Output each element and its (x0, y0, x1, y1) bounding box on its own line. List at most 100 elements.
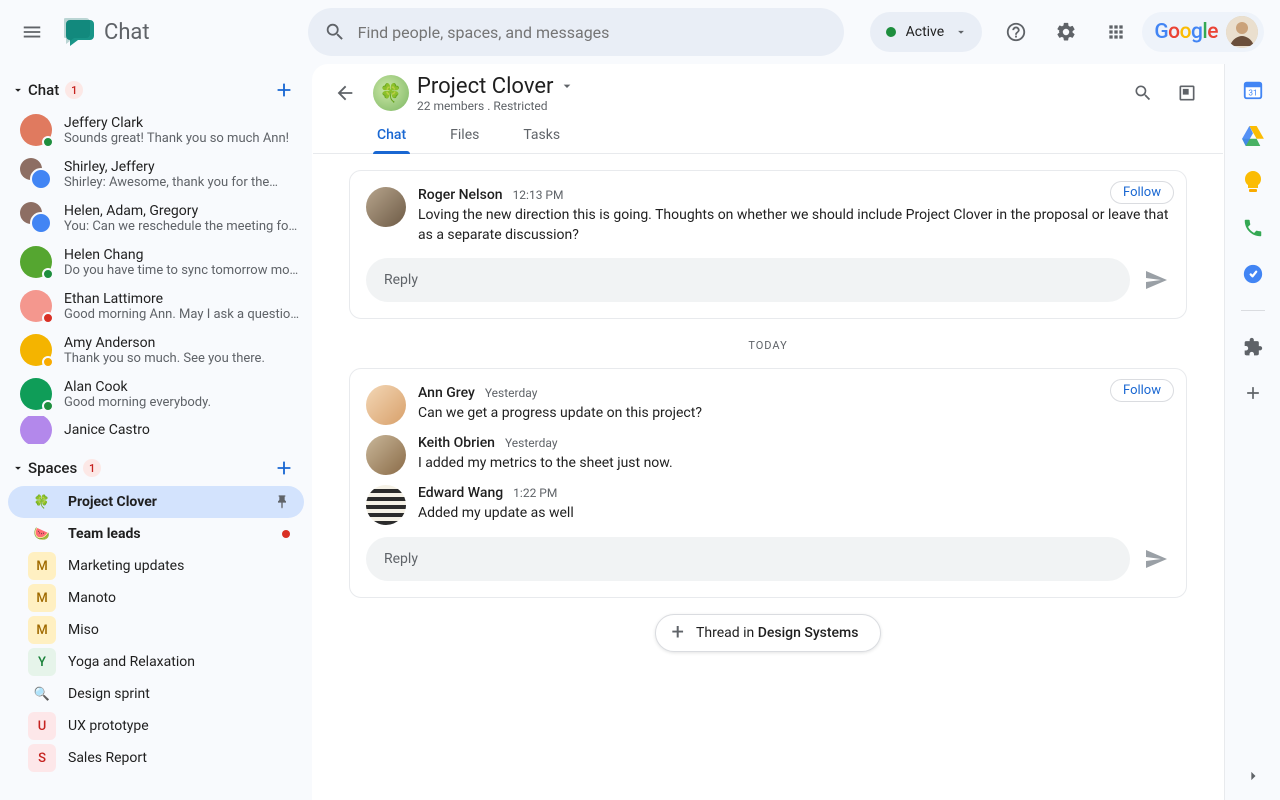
space-label: Sales Report (68, 750, 147, 766)
message-text: I added my metrics to the sheet just now… (418, 453, 1170, 473)
tab-files[interactable]: Files (446, 121, 483, 153)
space-item[interactable]: MMiso (8, 614, 304, 646)
account-avatar[interactable] (1226, 16, 1258, 48)
message: Edward Wang 1:22 PM Added my update as w… (366, 485, 1170, 525)
spaces-section-header[interactable]: Spaces 1 (0, 450, 312, 486)
dm-preview: Shirley: Awesome, thank you for the… (64, 175, 278, 190)
open-in-new-window-icon[interactable] (1167, 73, 1207, 113)
reply-input[interactable]: Reply (366, 537, 1130, 581)
new-thread-button[interactable]: + Thread in Design Systems (655, 614, 882, 652)
message: Roger Nelson 12:13 PM Loving the new dir… (366, 187, 1170, 246)
space-item[interactable]: 🍀Project Clover (8, 486, 304, 518)
space-icon: 🍉 (28, 520, 56, 548)
message: Keith Obrien Yesterday I added my metric… (366, 435, 1170, 475)
space-item[interactable]: YYoga and Relaxation (8, 646, 304, 678)
space-icon: M (28, 616, 56, 644)
phone-app-icon[interactable] (1241, 216, 1265, 240)
space-label: Marketing updates (68, 558, 184, 574)
side-panel-rail: 31 (1224, 64, 1280, 800)
apps-grid-icon[interactable] (1092, 8, 1140, 56)
collapse-panel-icon[interactable] (1241, 764, 1265, 788)
left-sidebar: Chat 1 Jeffery ClarkSounds great! Thank … (0, 64, 312, 800)
spaces-unread-badge: 1 (83, 459, 101, 477)
chevron-down-icon (954, 25, 968, 39)
keep-app-icon[interactable] (1241, 170, 1265, 194)
new-chat-button[interactable] (268, 74, 300, 106)
dm-avatar (20, 334, 52, 366)
conversation-panel: 🍀 Project Clover 22 members . Restricted (312, 64, 1224, 800)
addons-icon[interactable] (1241, 335, 1265, 359)
space-item[interactable]: M Marketing updates (8, 550, 304, 582)
message-sender: Edward Wang (418, 485, 503, 501)
message-time: Yesterday (485, 386, 538, 400)
dm-item[interactable]: Jeffery ClarkSounds great! Thank you so … (0, 108, 312, 152)
account-switcher[interactable]: Google (1142, 12, 1264, 52)
dm-name: Helen Chang (64, 247, 300, 263)
app-logo[interactable]: Chat (60, 18, 150, 46)
space-item[interactable]: 🍉Team leads (8, 518, 304, 550)
space-item[interactable]: 🔍Design sprint (8, 678, 304, 710)
back-button[interactable] (325, 73, 365, 113)
reply-input[interactable]: Reply (366, 258, 1130, 302)
space-item[interactable]: U UX prototype (8, 710, 304, 742)
tasks-app-icon[interactable] (1241, 262, 1265, 286)
dm-item[interactable]: Helen, Adam, GregoryYou: Can we reschedu… (0, 196, 312, 240)
dm-avatar (20, 114, 52, 146)
space-subtitle: 22 members . Restricted (417, 99, 575, 113)
sender-avatar[interactable] (366, 187, 406, 227)
chat-section-title: Chat (28, 81, 59, 99)
message-time: 1:22 PM (513, 486, 557, 500)
space-avatar[interactable]: 🍀 (373, 75, 409, 111)
space-item[interactable]: M Manoto (8, 582, 304, 614)
thread-card: Follow Ann Grey Yesterday Can we get a p… (349, 368, 1187, 598)
dm-preview: Do you have time to sync tomorrow mori… (64, 263, 300, 278)
dm-item[interactable]: Helen ChangDo you have time to sync tomo… (0, 240, 312, 284)
search-in-space-icon[interactable] (1123, 73, 1163, 113)
help-icon[interactable] (992, 8, 1040, 56)
sender-avatar[interactable] (366, 485, 406, 525)
search-bar[interactable] (308, 8, 844, 56)
dm-item[interactable]: Janice Castro (0, 416, 312, 444)
space-title[interactable]: Project Clover (417, 74, 553, 99)
sender-avatar[interactable] (366, 435, 406, 475)
meet-section-header[interactable]: Meet (0, 788, 312, 800)
chat-logo-icon (64, 18, 96, 46)
send-icon[interactable] (1142, 266, 1170, 294)
search-icon[interactable] (312, 9, 358, 55)
dm-preview: Thank you so much. See you there. (64, 351, 265, 366)
tab-chat[interactable]: Chat (373, 121, 410, 153)
space-icon: U (28, 712, 56, 740)
status-label: Active (906, 24, 945, 40)
dm-item[interactable]: Alan CookGood morning everybody. (0, 372, 312, 416)
chevron-down-icon[interactable] (559, 78, 575, 94)
dm-item[interactable]: Shirley, JefferyShirley: Awesome, thank … (0, 152, 312, 196)
dm-item[interactable]: Amy AndersonThank you so much. See you t… (0, 328, 312, 372)
space-icon: M (28, 584, 56, 612)
dm-preview: Good morning Ann. May I ask a question? (64, 307, 300, 322)
space-label: UX prototype (68, 718, 149, 734)
space-icon: M (28, 552, 56, 580)
space-label: Manoto (68, 590, 116, 606)
dm-preview: Good morning everybody. (64, 395, 211, 410)
new-space-button[interactable] (268, 452, 300, 484)
space-item[interactable]: SSales Report (8, 742, 304, 774)
calendar-app-icon[interactable]: 31 (1241, 78, 1265, 102)
dm-avatar (20, 202, 52, 234)
search-input[interactable] (358, 23, 840, 42)
dm-avatar (20, 416, 52, 444)
follow-button[interactable]: Follow (1110, 181, 1174, 204)
main-menu-icon[interactable] (8, 8, 56, 56)
tab-tasks[interactable]: Tasks (519, 121, 564, 153)
follow-button[interactable]: Follow (1110, 379, 1174, 402)
dm-name: Janice Castro (64, 422, 150, 438)
send-icon[interactable] (1142, 545, 1170, 573)
drive-app-icon[interactable] (1241, 124, 1265, 148)
sender-avatar[interactable] (366, 385, 406, 425)
settings-icon[interactable] (1042, 8, 1090, 56)
status-chip[interactable]: Active (870, 12, 983, 52)
dm-item[interactable]: Ethan LattimoreGood morning Ann. May I a… (0, 284, 312, 328)
chat-section-header[interactable]: Chat 1 (0, 72, 312, 108)
dm-name: Jeffery Clark (64, 115, 289, 131)
get-addons-icon[interactable] (1241, 381, 1265, 405)
message-sender: Keith Obrien (418, 435, 495, 451)
